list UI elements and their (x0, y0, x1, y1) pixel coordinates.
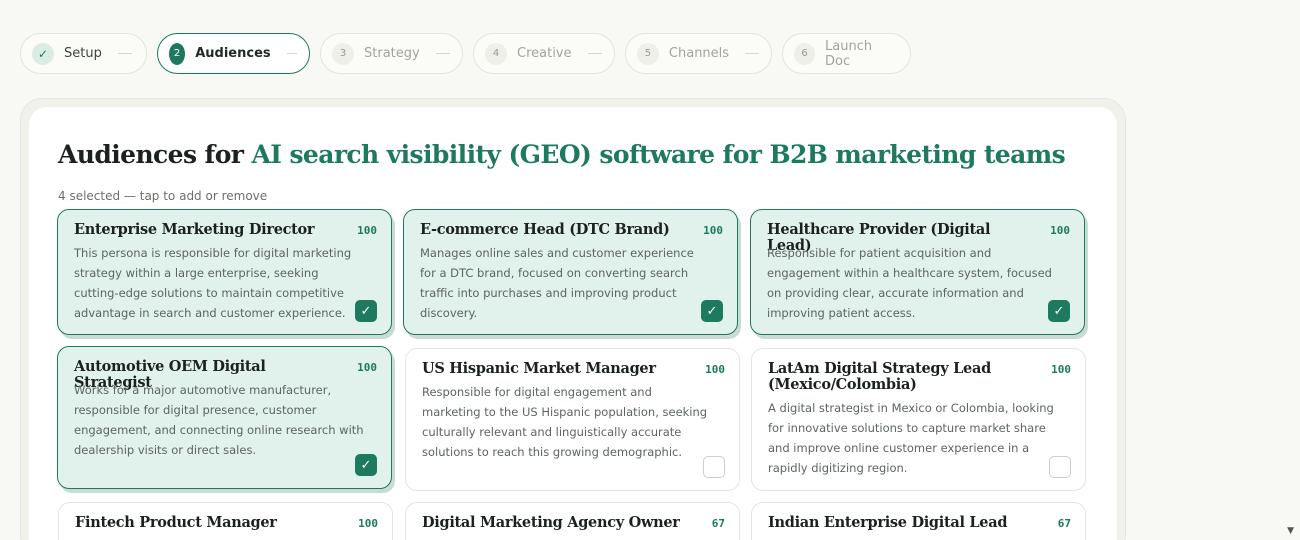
fit-score: 100 (703, 224, 723, 237)
title-prefix: Audiences for (58, 140, 244, 169)
wizard-stepper: ✓ Setup 2 Audiences 3 Strategy 4 Creativ… (20, 33, 911, 74)
audience-description: Responsible for patient acquisition and … (767, 246, 1052, 320)
checkbox-unchecked[interactable] (703, 456, 725, 478)
step-strategy[interactable]: 3 Strategy (320, 33, 463, 74)
step-number: 5 (637, 42, 659, 65)
title-accent: AI search visibility (GEO) software for … (251, 140, 1066, 169)
step-number: 3 (332, 42, 354, 65)
step-label: Audiences (195, 46, 271, 61)
step-setup[interactable]: ✓ Setup (20, 33, 147, 74)
audience-card[interactable]: LatAm Digital Strategy Lead (Mexico/Colo… (751, 348, 1086, 491)
selection-count: 4 selected — tap to add or remove (58, 189, 268, 203)
check-icon: ✓ (32, 42, 54, 65)
fit-score: 100 (1051, 363, 1071, 376)
checkbox-checked[interactable]: ✓ (1048, 300, 1070, 322)
step-divider (587, 53, 602, 54)
checkbox-checked[interactable]: ✓ (355, 454, 377, 476)
fit-score: 100 (1050, 224, 1070, 237)
checkbox-checked[interactable]: ✓ (355, 300, 377, 322)
audience-name: Digital Marketing Agency Owner (422, 514, 680, 531)
fit-score: 100 (357, 361, 377, 374)
step-divider (117, 53, 132, 54)
audience-description: Manages online sales and customer experi… (420, 246, 694, 320)
audience-name: US Hispanic Market Manager (422, 360, 656, 377)
step-launch-doc[interactable]: 6 Launch Doc (782, 33, 911, 74)
scroll-down-icon[interactable]: ▼ (1287, 526, 1294, 536)
audience-card[interactable]: Automotive OEM Digital Strategist 100 Wo… (57, 346, 392, 489)
page-title: Audiences for AI search visibility (GEO)… (58, 140, 1066, 169)
step-label: Channels (668, 46, 730, 61)
step-divider (745, 53, 759, 54)
fit-score: 100 (358, 517, 378, 530)
audience-description: A digital strategist in Mexico or Colomb… (768, 401, 1054, 475)
step-label: Launch Doc (825, 38, 873, 69)
audience-description: This persona is responsible for digital … (74, 246, 352, 320)
checkbox-checked[interactable]: ✓ (701, 300, 723, 322)
step-divider (286, 53, 297, 54)
step-audiences[interactable]: 2 Audiences (157, 33, 310, 74)
audience-card[interactable]: Digital Marketing Agency Owner 67 (405, 502, 740, 540)
audience-card[interactable]: Healthcare Provider (Digital Lead) 100 R… (750, 209, 1085, 335)
audience-name: Enterprise Marketing Director (74, 221, 315, 238)
audience-name: Fintech Product Manager (75, 514, 277, 531)
audience-card[interactable]: Fintech Product Manager 100 (58, 502, 393, 540)
audience-description: Works for a major automotive manufacture… (74, 383, 364, 457)
audience-card[interactable]: US Hispanic Market Manager 100 Responsib… (405, 348, 740, 491)
step-number: 4 (485, 42, 507, 65)
fit-score: 67 (711, 517, 725, 530)
audience-card[interactable]: Indian Enterprise Digital Lead 67 (751, 502, 1086, 540)
fit-score: 100 (705, 363, 725, 376)
fit-score: 100 (357, 224, 377, 237)
audience-name: E-commerce Head (DTC Brand) (420, 221, 670, 238)
audience-card[interactable]: Enterprise Marketing Director 100 This p… (57, 209, 392, 335)
step-number: 2 (169, 42, 186, 65)
step-label: Setup (64, 46, 102, 61)
audience-description: Responsible for digital engagement and m… (422, 385, 708, 459)
step-number: 6 (794, 42, 816, 65)
audience-name: LatAm Digital Strategy Lead (Mexico/Colo… (768, 360, 991, 393)
audience-card[interactable]: E-commerce Head (DTC Brand) 100 Manages … (403, 209, 738, 335)
checkbox-unchecked[interactable] (1049, 456, 1071, 478)
step-divider (435, 53, 450, 54)
step-channels[interactable]: 5 Channels (625, 33, 772, 74)
step-label: Strategy (364, 46, 420, 61)
fit-score: 67 (1057, 517, 1071, 530)
step-label: Creative (517, 46, 572, 61)
audience-name: Indian Enterprise Digital Lead (768, 514, 1008, 531)
step-creative[interactable]: 4 Creative (473, 33, 615, 74)
